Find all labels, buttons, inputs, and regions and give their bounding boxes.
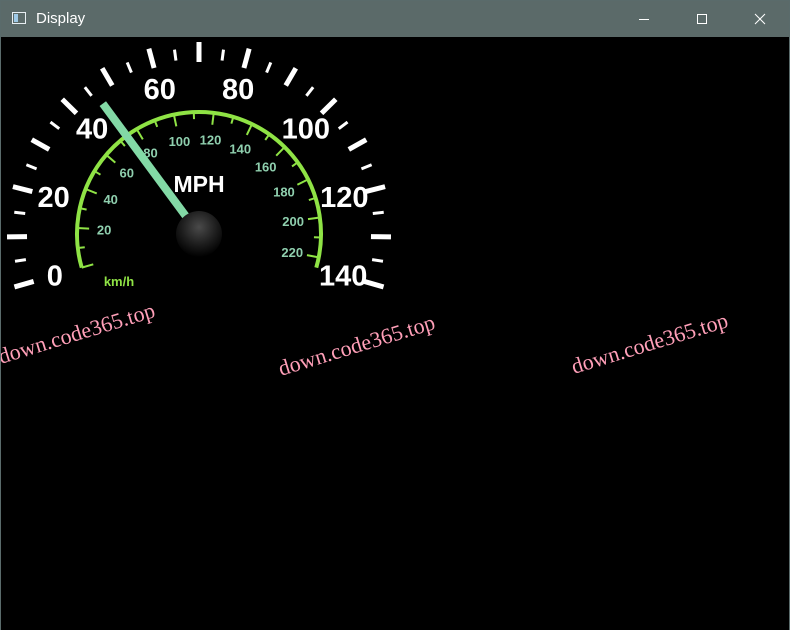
minimize-button[interactable]	[621, 1, 667, 37]
outer-tick	[60, 97, 79, 116]
outer-tick	[319, 97, 338, 116]
outer-tick	[146, 48, 157, 69]
outer-tick	[173, 49, 178, 61]
outer-tick	[371, 258, 384, 263]
mph-tick-label: 80	[222, 74, 254, 106]
outer-tick	[365, 184, 386, 194]
app-window-icon	[12, 12, 26, 24]
kmh-tick-label: 40	[103, 192, 117, 207]
kmh-tick-label: 160	[255, 159, 277, 174]
title-bar[interactable]: Display	[1, 1, 789, 37]
maximize-icon	[697, 14, 707, 24]
watermark-text: down.code365.top	[568, 307, 731, 378]
kmh-tick-label: 20	[97, 222, 111, 237]
inner-tick	[172, 114, 178, 127]
outer-tick	[30, 137, 51, 152]
outer-tick	[25, 163, 38, 171]
kmh-unit-label: km/h	[104, 274, 134, 289]
kmh-tick-label: 120	[200, 133, 222, 148]
mph-tick-label: 0	[47, 260, 63, 292]
kmh-tick-label: 220	[281, 245, 303, 260]
outer-tick	[13, 279, 35, 290]
outer-tick	[372, 210, 384, 216]
outer-tick	[83, 86, 93, 97]
inner-tick	[245, 123, 253, 136]
display-canvas: 0 20 40 60 80 100 120 140 20 40 60 80 100 120 140 160 1…	[1, 37, 789, 630]
kmh-tick-label: 180	[273, 184, 295, 199]
watermark-layer: down.code365.top down.code365.top down.cod…	[1, 297, 731, 380]
inner-tick	[306, 254, 319, 259]
outer-tick	[305, 86, 315, 97]
watermark-text: down.code365.top	[1, 297, 158, 368]
maximize-button[interactable]	[679, 1, 725, 37]
mph-unit-label: MPH	[173, 171, 224, 197]
mph-tick-label: 100	[282, 114, 330, 146]
outer-tick	[360, 163, 373, 171]
outer-tick	[49, 120, 61, 130]
inner-tick	[275, 146, 286, 157]
close-button[interactable]	[737, 1, 783, 37]
mph-tick-label: 40	[76, 114, 108, 146]
kmh-tick-label: 140	[229, 141, 251, 156]
mph-tick-label: 60	[144, 74, 176, 106]
outer-tick	[220, 49, 225, 61]
inner-tick	[296, 178, 309, 186]
needle-hub	[176, 211, 222, 257]
outer-tick	[241, 48, 252, 69]
outer-tick	[14, 258, 27, 263]
minimize-icon	[639, 19, 649, 20]
inner-tick	[135, 128, 144, 140]
kmh-tick-label: 60	[119, 165, 133, 180]
close-icon	[754, 13, 766, 25]
display-window: Display 0 20 40 60 80 100 120 140 20 40 …	[0, 0, 790, 630]
inner-tick	[81, 263, 94, 269]
inner-tick	[77, 226, 90, 230]
inner-tick	[77, 246, 85, 249]
outer-tick	[14, 210, 26, 216]
mph-tick-label: 120	[320, 182, 368, 214]
outer-tick	[337, 120, 349, 130]
outer-tick	[283, 66, 298, 87]
outer-tick	[265, 61, 273, 74]
speedometer-gauge: 0204060 80100120140 20406080100 1201401601…	[1, 42, 731, 381]
inner-tick	[85, 188, 98, 195]
inner-tick	[119, 140, 126, 147]
kmh-tick-label: 100	[169, 134, 191, 149]
outer-tick	[100, 66, 115, 87]
kmh-tick-label: 200	[282, 214, 304, 229]
window-title: Display	[36, 10, 86, 27]
outer-tick	[125, 61, 133, 74]
outer-tick	[12, 184, 33, 194]
mph-tick-label: 140	[319, 260, 367, 292]
mph-tick-label: 20	[38, 182, 70, 214]
inner-tick	[105, 154, 116, 164]
watermark-text: down.code365.top	[275, 309, 438, 380]
outer-tick	[347, 137, 368, 152]
